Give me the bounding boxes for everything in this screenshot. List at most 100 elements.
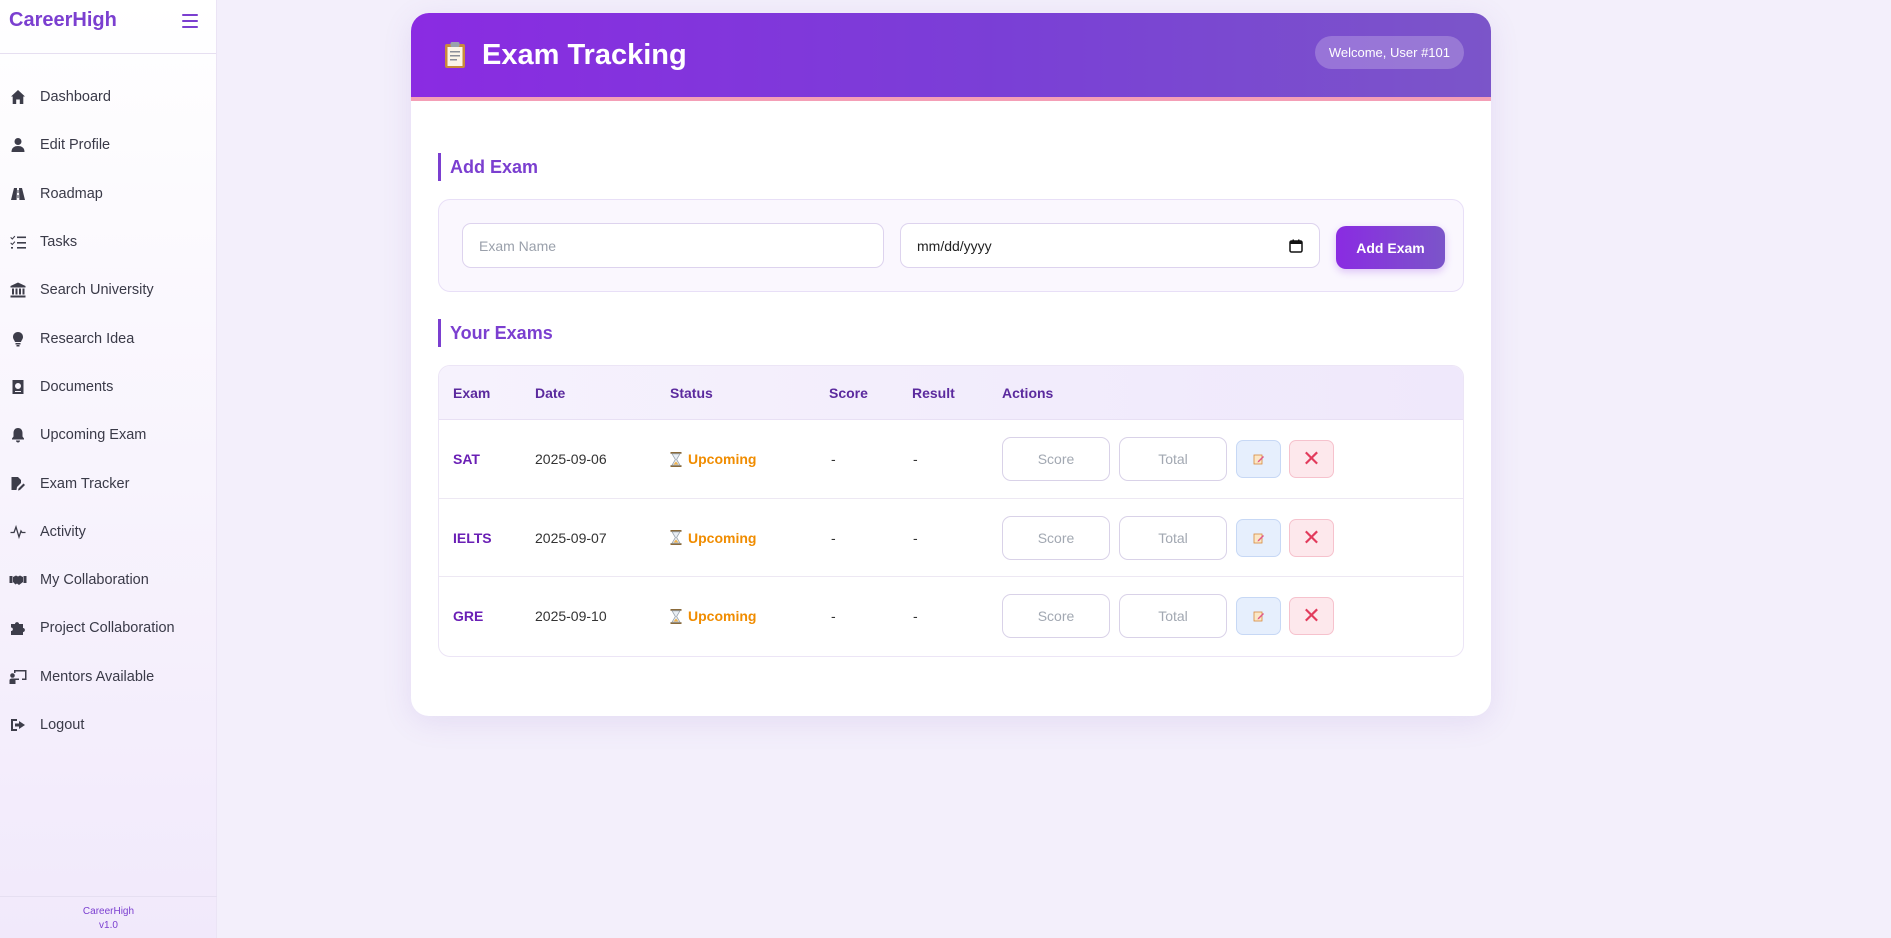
sidebar-item-label: Edit Profile — [40, 137, 111, 154]
sidebar-item-exam-tracker[interactable]: Exam Tracker — [0, 459, 216, 507]
delete-exam-button[interactable]: ✕ — [1289, 597, 1334, 636]
score-cell: Score — [1002, 577, 1110, 656]
table-row: GRE 2025-09-10 Upcoming - - Score Total … — [439, 577, 1463, 656]
sidebar-item-upcoming-exam[interactable]: Upcoming Exam — [0, 411, 216, 459]
exam-date: 2025-09-10 — [535, 608, 607, 625]
exam-result: - — [913, 529, 918, 546]
exam-tracking-card: Exam Tracking Welcome, User #101 Add Exa… — [411, 13, 1491, 716]
handshake-icon — [9, 571, 27, 589]
calendar-icon[interactable] — [1289, 239, 1303, 253]
sidebar-item-label: Upcoming Exam — [40, 427, 147, 444]
status-text: Upcoming — [688, 608, 757, 625]
col-status: Status — [670, 384, 713, 401]
col-actions: Actions — [1002, 384, 1054, 401]
lightbulb-icon — [9, 330, 27, 348]
sidebar-item-documents[interactable]: Documents — [0, 363, 216, 411]
hourglass-icon — [670, 608, 682, 624]
sidebar-item-search-university[interactable]: Search University — [0, 266, 216, 314]
sidebar-item-tasks[interactable]: Tasks — [0, 218, 216, 266]
sidebar-item-dashboard[interactable]: Dashboard — [0, 73, 216, 121]
col-date: Date — [535, 384, 566, 401]
exams-table: Exam Date Status Score Result Actions SA… — [438, 365, 1464, 657]
sidebar-header: CareerHigh — [0, 0, 216, 54]
hourglass-icon — [670, 530, 682, 546]
exam-name-input[interactable]: Exam Name — [462, 223, 884, 268]
sidebar-item-logout[interactable]: Logout — [0, 701, 216, 749]
university-icon — [9, 281, 27, 299]
total-input[interactable]: Total — [1119, 437, 1227, 482]
sidebar-item-label: Project Collaboration — [40, 620, 175, 637]
add-exam-heading: Add Exam — [438, 153, 538, 181]
score-cell: Score — [1002, 499, 1110, 578]
total-input[interactable]: Total — [1119, 594, 1227, 639]
save-score-button[interactable] — [1236, 440, 1281, 479]
sidebar-footer: CareerHigh v1.0 — [0, 896, 217, 938]
home-icon — [9, 88, 27, 106]
score-input[interactable]: Score — [1002, 594, 1110, 639]
page-title: Exam Tracking — [482, 38, 687, 71]
exam-status: Upcoming — [670, 420, 756, 499]
col-exam: Exam — [453, 384, 491, 401]
edit-cell — [1236, 420, 1281, 499]
hourglass-icon — [670, 451, 682, 467]
date-value: mm/dd/yyyy — [917, 237, 992, 254]
exam-date: 2025-09-07 — [535, 529, 607, 546]
sidebar-item-label: Dashboard — [40, 89, 111, 106]
sidebar-item-label: My Collaboration — [40, 572, 149, 589]
delete-cell: ✕ — [1289, 499, 1334, 578]
exam-score: - — [831, 529, 836, 546]
welcome-badge: Welcome, User #101 — [1314, 35, 1464, 69]
memo-icon — [1253, 611, 1264, 622]
delete-exam-button[interactable]: ✕ — [1289, 440, 1334, 479]
sidebar-item-label: Mentors Available — [40, 668, 155, 685]
score-input[interactable]: Score — [1002, 515, 1110, 560]
sidebar-nav: Dashboard Edit Profile Roadmap Tasks Sea… — [0, 73, 216, 749]
card-header: Exam Tracking Welcome, User #101 — [411, 13, 1491, 101]
exam-name: GRE — [453, 608, 484, 625]
exam-score: - — [831, 608, 836, 625]
sidebar-item-mentors-available[interactable]: Mentors Available — [0, 653, 216, 701]
table-row: SAT 2025-09-06 Upcoming - - Score Total … — [439, 420, 1463, 499]
exam-name: SAT — [453, 451, 480, 468]
exam-status: Upcoming — [670, 499, 756, 578]
delete-exam-button[interactable]: ✕ — [1289, 518, 1334, 557]
score-input[interactable]: Score — [1002, 437, 1110, 482]
sidebar-item-project-collaboration[interactable]: Project Collaboration — [0, 604, 216, 652]
memo-icon — [1253, 454, 1264, 465]
sidebar-item-label: Activity — [40, 523, 86, 540]
list-check-icon — [9, 233, 27, 251]
exam-date-input[interactable]: mm/dd/yyyy — [900, 223, 1320, 268]
exam-date: 2025-09-06 — [535, 451, 607, 468]
exam-result: - — [913, 451, 918, 468]
edit-cell — [1236, 499, 1281, 578]
road-icon — [9, 185, 27, 203]
total-input[interactable]: Total — [1119, 515, 1227, 560]
footer-version: v1.0 — [99, 920, 118, 931]
status-text: Upcoming — [688, 529, 757, 546]
exam-status: Upcoming — [670, 577, 756, 656]
sidebar-item-label: Tasks — [40, 234, 78, 251]
delete-cell: ✕ — [1289, 577, 1334, 656]
sidebar-item-research-idea[interactable]: Research Idea — [0, 314, 216, 362]
sign-out-icon — [9, 716, 27, 734]
brand-logo[interactable]: CareerHigh — [9, 9, 117, 32]
sidebar-item-label: Roadmap — [40, 185, 103, 202]
menu-toggle-icon[interactable] — [182, 13, 198, 28]
col-score: Score — [829, 384, 868, 401]
sidebar-item-activity[interactable]: Activity — [0, 508, 216, 556]
save-score-button[interactable] — [1236, 597, 1281, 636]
sidebar-item-my-collaboration[interactable]: My Collaboration — [0, 556, 216, 604]
delete-cell: ✕ — [1289, 420, 1334, 499]
footer-brand: CareerHigh — [82, 906, 135, 917]
file-signature-icon — [9, 475, 27, 493]
clipboard-icon — [445, 42, 465, 68]
sidebar-item-roadmap[interactable]: Roadmap — [0, 170, 216, 218]
status-text: Upcoming — [688, 451, 757, 468]
exam-name: IELTS — [453, 529, 492, 546]
sidebar-item-label: Research Idea — [40, 330, 135, 347]
sidebar-item-edit-profile[interactable]: Edit Profile — [0, 121, 216, 169]
bell-icon — [9, 426, 27, 444]
save-score-button[interactable] — [1236, 518, 1281, 557]
add-exam-button[interactable]: Add Exam — [1336, 226, 1445, 269]
total-cell: Total — [1119, 577, 1227, 656]
